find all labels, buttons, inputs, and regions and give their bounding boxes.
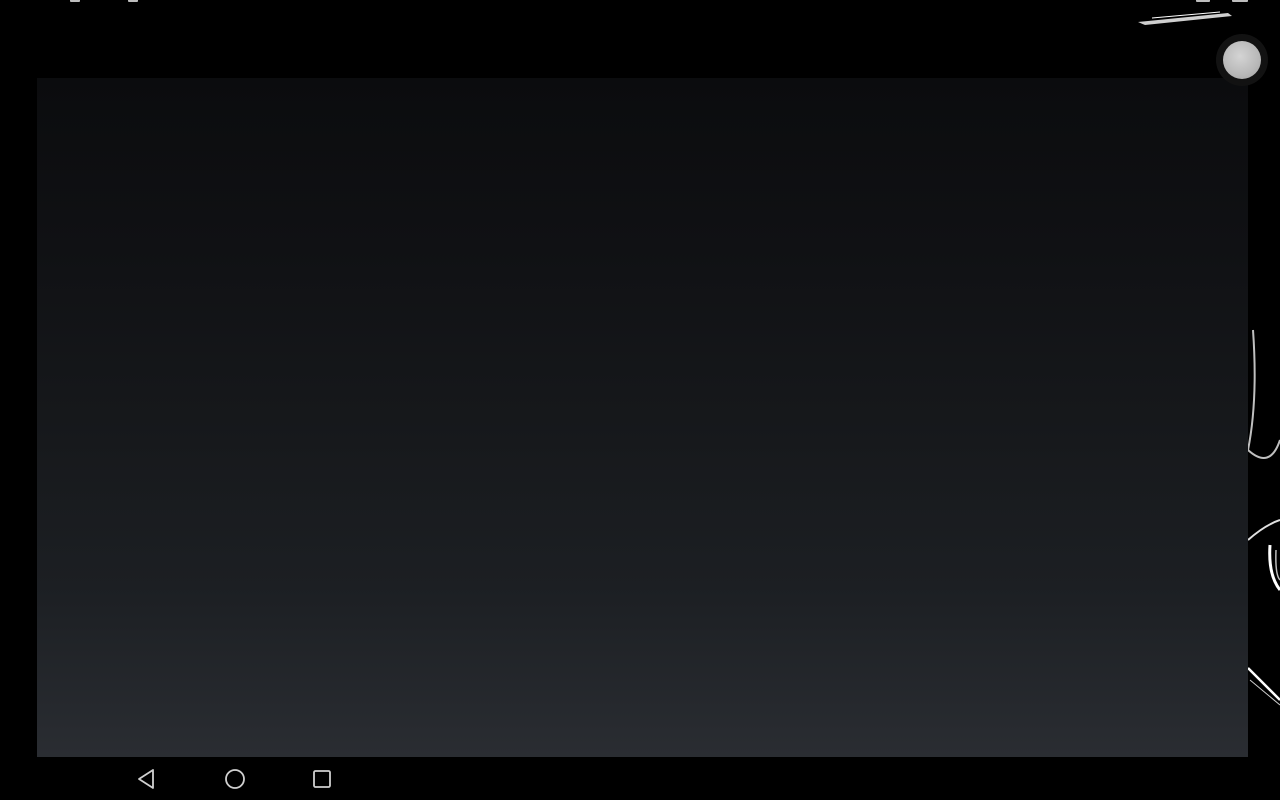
android-screen xyxy=(0,0,1280,800)
status-bar xyxy=(0,0,1280,8)
recents-button[interactable] xyxy=(300,763,344,795)
signal-icon xyxy=(1196,0,1210,2)
back-button[interactable] xyxy=(125,763,169,795)
recents-square-icon xyxy=(313,770,331,788)
floating-action-button[interactable] xyxy=(1216,34,1268,86)
home-button[interactable] xyxy=(213,763,257,795)
navigation-bar xyxy=(0,757,1280,800)
dimmed-content-panel xyxy=(37,78,1248,757)
home-circle-icon xyxy=(225,769,245,789)
notification-icon xyxy=(70,0,80,2)
back-triangle-icon xyxy=(138,769,154,789)
battery-icon xyxy=(1232,0,1248,2)
notification-icon xyxy=(128,0,138,2)
circle-icon xyxy=(1223,41,1261,79)
